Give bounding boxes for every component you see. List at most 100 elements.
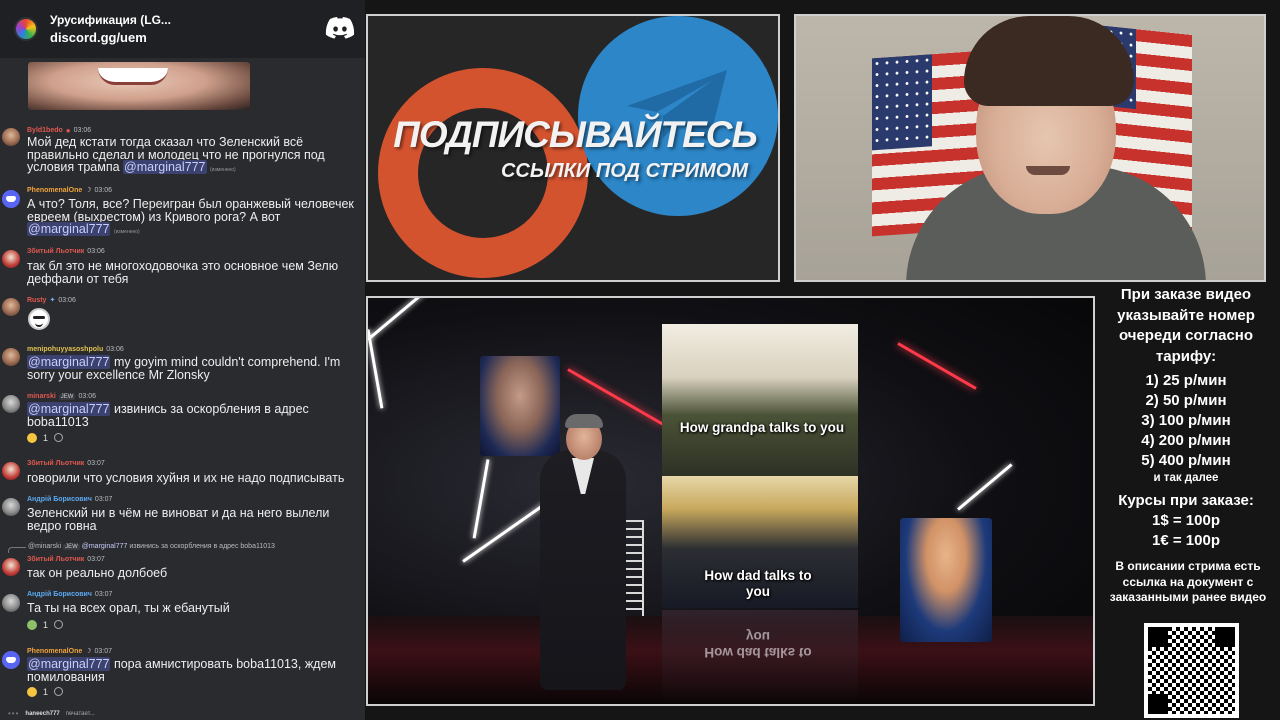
timestamp: 03:06 — [87, 248, 105, 255]
username[interactable]: PhenomenalOne — [27, 187, 82, 194]
timestamp: 03:07 — [87, 556, 105, 563]
rate-item: 1€ = 100р — [1152, 532, 1220, 549]
message-meta: Андрій Борисович 03:07 — [27, 496, 112, 503]
timestamp: 03:07 — [94, 591, 113, 598]
role-tag: JEW — [58, 393, 76, 400]
meme-caption-bottom: How dad talks to you — [704, 568, 812, 599]
discord-chat-panel: Урусификация (LG... discord.gg/uem Byld1… — [0, 0, 365, 720]
user-avatar — [2, 190, 20, 208]
typing-user: haneech777 — [25, 710, 60, 717]
reaction-count: 1 — [43, 619, 49, 630]
timestamp: 03:06 — [58, 296, 76, 304]
message-text: так он реально долбоеб — [27, 566, 168, 580]
add-reaction-icon[interactable] — [54, 620, 64, 629]
order-instructions: При заказе видео указывайте номер очеред… — [1117, 286, 1255, 365]
badge-icon: ✦ — [49, 297, 56, 304]
message-meta: Rusty ✦ 03:06 — [27, 296, 76, 305]
message-text: Та ты на всех орал, ты ж ебанутый — [27, 601, 230, 615]
reply-user: @minarski — [28, 543, 62, 550]
user-mention[interactable]: @marginal777 — [123, 160, 207, 174]
reaction-emoji-icon[interactable] — [27, 432, 37, 443]
username[interactable]: PhenomenalOne — [27, 648, 82, 655]
reaction-bar: 1 — [27, 685, 64, 698]
badge-icon: ● — [65, 126, 71, 135]
meme-image-top — [662, 324, 858, 476]
flag-stars — [872, 54, 932, 151]
message-text: А что? Толя, все? Переигран был оранжевы… — [27, 198, 365, 239]
user-avatar — [2, 348, 20, 366]
moon-icon: ☽ — [85, 187, 92, 194]
add-reaction-icon[interactable] — [54, 433, 64, 442]
message-meta: Андрій Борисович 03:07 — [27, 591, 112, 598]
price-item: 5) 400 р/мин — [1141, 452, 1231, 469]
streamer-hair — [964, 16, 1134, 106]
order-info-panel: При заказе видео указывайте номер очеред… — [1100, 282, 1280, 720]
message-text: Зеленский ни в чём не виноват и да на не… — [27, 506, 330, 533]
message-meta: PhenomenalOne ☽ 03:06 — [27, 186, 112, 195]
reaction-count: 1 — [43, 686, 49, 697]
username[interactable]: menipohuyyasoshpolu — [27, 346, 103, 353]
main-video[interactable]: How grandpa talks to you How dad talks t… — [366, 296, 1095, 706]
tv-host-hair — [565, 414, 603, 428]
reaction-emoji-icon[interactable] — [27, 619, 37, 630]
price-more: и так далее — [1153, 472, 1219, 484]
timestamp: 03:07 — [94, 647, 113, 655]
username[interactable]: Збитый Льотчик — [27, 248, 84, 255]
message-text: @marginal777 пора амнистировать boba1101… — [27, 657, 365, 683]
server-invite[interactable]: discord.gg/uem — [50, 30, 171, 45]
username[interactable]: Byld1bedo — [27, 127, 63, 134]
user-avatar — [2, 498, 20, 516]
message-meta: Byld1bedo ● 03:06 — [27, 126, 91, 135]
stream-layout: Урусификация (LG... discord.gg/uem Byld1… — [0, 0, 1280, 720]
message-text: так бл это не многоходовочка это основно… — [27, 259, 339, 286]
username[interactable]: Збитый Льотчик — [27, 460, 84, 467]
username[interactable]: minarski — [27, 393, 56, 400]
meme-caption-reflection: How dad talks to you — [704, 629, 812, 660]
username[interactable]: Андрій Борисович — [27, 496, 92, 503]
price-item: 1) 25 р/мин — [1145, 372, 1227, 389]
user-avatar — [2, 250, 20, 268]
banner-title: ПОДПИСЫВАЙТЕСЬ — [393, 114, 757, 155]
user-mention[interactable]: @marginal777 — [27, 222, 111, 236]
user-avatar — [2, 128, 20, 146]
header-text: Урусификация (LG... discord.gg/uem — [50, 13, 171, 45]
user-avatar — [2, 651, 20, 669]
reply-mention: @marginal777 — [81, 543, 128, 550]
qr-code[interactable] — [1144, 623, 1239, 718]
typing-text: печатает... — [65, 710, 95, 717]
rate-item: 1$ = 100р — [1152, 512, 1220, 529]
timestamp: 03:06 — [106, 346, 124, 353]
message-meta: Збитый Льотчик 03:06 — [27, 248, 105, 255]
reaction-bar: 1 — [27, 431, 64, 444]
portrait-screen-left — [480, 356, 560, 456]
reply-text: извинись за оскорбления в адрес boba1101… — [129, 543, 275, 550]
attachment-image-preview[interactable] — [28, 62, 250, 110]
username[interactable]: Rusty — [27, 297, 46, 304]
edited-marker: (изменено) — [113, 229, 140, 235]
username[interactable]: Збитый Льотчик — [27, 556, 84, 563]
emoji-sticker — [28, 308, 50, 330]
timestamp: 03:06 — [78, 393, 96, 400]
user-avatar — [2, 395, 20, 413]
message-text: @marginal777 извинись за оскорбления в а… — [27, 402, 365, 428]
price-item: 2) 50 р/мин — [1145, 392, 1227, 409]
meme-caption-top: How grandpa talks to you — [679, 420, 845, 435]
message-meta: Збитый Льотчик 03:07 — [27, 460, 105, 467]
timestamp: 03:07 — [87, 460, 105, 467]
timestamp: 03:06 — [73, 127, 92, 134]
reaction-count: 1 — [43, 432, 49, 443]
username[interactable]: Андрій Борисович — [27, 591, 92, 598]
typing-indicator: ••• haneech777 печатает... — [8, 709, 95, 718]
server-icon — [14, 17, 38, 41]
add-reaction-icon[interactable] — [54, 687, 64, 696]
message-meta: Збитый Льотчик 03:07 — [27, 556, 105, 563]
price-item: 4) 200 р/мин — [1141, 432, 1231, 449]
server-name: Урусификация (LG... — [50, 13, 171, 27]
role-tag: JEW — [63, 544, 80, 550]
typing-dots-icon: ••• — [8, 709, 20, 718]
edited-marker: (изменено) — [210, 167, 236, 173]
user-avatar — [2, 594, 20, 612]
reply-preview[interactable]: @minarski JEW @marginal777 извинись за о… — [28, 543, 275, 550]
reaction-bar: 1 — [27, 618, 64, 631]
reaction-emoji-icon[interactable] — [27, 686, 37, 697]
